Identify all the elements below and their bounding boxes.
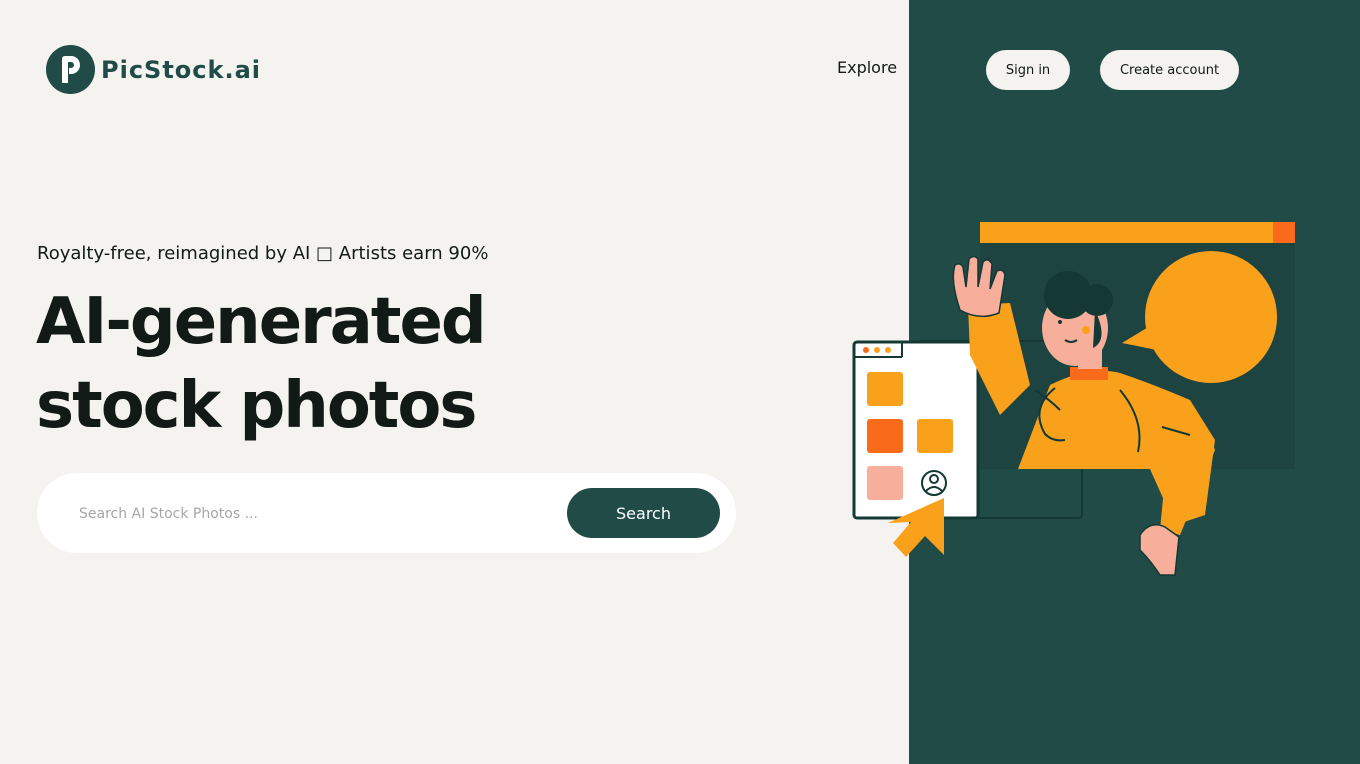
- hero-tagline: Royalty-free, reimagined by AI □ Artists…: [37, 243, 489, 264]
- logo-text: PicStock.ai: [101, 55, 262, 84]
- speech-bubble-shape: [1145, 251, 1277, 383]
- site-logo[interactable]: PicStock.ai: [46, 45, 261, 94]
- picstock-logo-icon: [46, 45, 95, 94]
- browser-title-bar: [980, 222, 1295, 243]
- hero-headline-line-2: stock photos: [36, 369, 477, 443]
- create-account-button[interactable]: Create account: [1100, 50, 1239, 90]
- sign-in-button[interactable]: Sign in: [986, 50, 1070, 90]
- person-waving-illustration: [852, 222, 1295, 576]
- hero-headline-line-1: AI-generated: [36, 285, 487, 359]
- browser-close-accent: [1273, 222, 1295, 243]
- search-bar: Search: [37, 473, 736, 553]
- nav-explore-link[interactable]: Explore: [837, 58, 897, 77]
- hero-headline: AI-generated stock photos: [36, 280, 487, 448]
- search-button[interactable]: Search: [567, 488, 720, 538]
- search-input[interactable]: [77, 497, 551, 531]
